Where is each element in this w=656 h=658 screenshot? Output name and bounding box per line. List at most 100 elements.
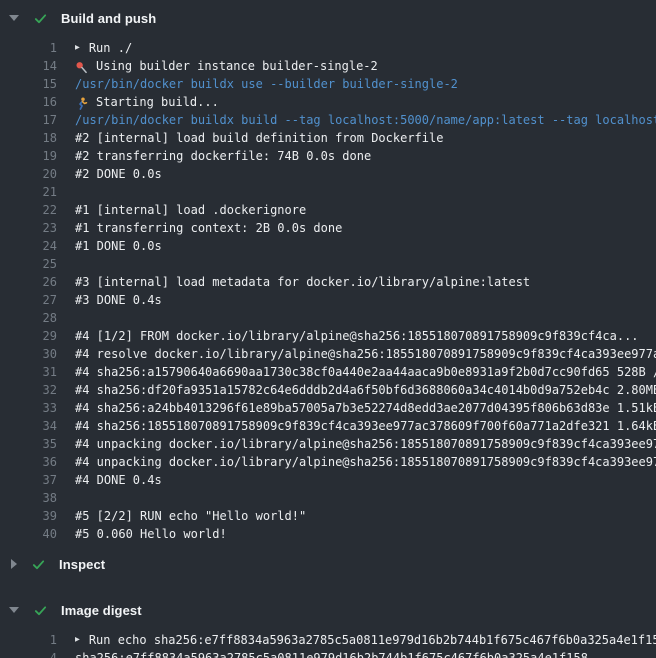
log-text: #5 [2/2] RUN echo "Hello world!": [75, 507, 306, 525]
log-line-content: [75, 183, 656, 201]
log-line: 20 #2 DONE 0.0s: [0, 165, 656, 183]
section-header-image-digest[interactable]: Image digest: [0, 595, 656, 625]
section-header-build-and-push[interactable]: Build and push: [0, 3, 656, 33]
section-title: Inspect: [59, 557, 105, 572]
log-text: #4 sha256:a24bb4013296f61e89ba57005a7b3e…: [75, 399, 656, 417]
log-line-content: [75, 255, 656, 273]
line-number[interactable]: 27: [0, 291, 57, 309]
log-text: #4 DONE 0.4s: [75, 471, 162, 489]
line-number[interactable]: 29: [0, 327, 57, 345]
log-line-content: #4 [1/2] FROM docker.io/library/alpine@s…: [75, 327, 656, 345]
line-number[interactable]: 34: [0, 417, 57, 435]
chevron-right-icon[interactable]: [11, 559, 17, 569]
log-line: 27 #3 DONE 0.4s: [0, 291, 656, 309]
log-line: 21: [0, 183, 656, 201]
log-line-content: #4 unpacking docker.io/library/alpine@sh…: [75, 435, 656, 453]
section-title: Image digest: [61, 603, 142, 618]
chevron-down-icon[interactable]: [9, 15, 19, 21]
log-line-content: #4 sha256:185518070891758909c9f839cf4ca3…: [75, 417, 656, 435]
log-text: #1 [internal] load .dockerignore: [75, 201, 306, 219]
check-icon: [33, 11, 48, 26]
line-number[interactable]: 28: [0, 309, 57, 327]
log-text: #3 [internal] load metadata for docker.i…: [75, 273, 530, 291]
line-number[interactable]: 38: [0, 489, 57, 507]
log-line-content: #4 sha256:a24bb4013296f61e89ba57005a7b3e…: [75, 399, 656, 417]
log-line-content: #2 [internal] load build definition from…: [75, 129, 656, 147]
log-line-content: #2 transferring dockerfile: 74B 0.0s don…: [75, 147, 656, 165]
log-text: Using builder instance builder-single-2: [96, 57, 378, 75]
check-icon: [31, 557, 46, 572]
line-number[interactable]: 32: [0, 381, 57, 399]
line-number[interactable]: 18: [0, 129, 57, 147]
expand-group-icon[interactable]: ▶: [75, 631, 80, 649]
line-number[interactable]: 25: [0, 255, 57, 273]
line-number[interactable]: 16: [0, 93, 57, 111]
line-number[interactable]: 4: [0, 649, 57, 658]
log-line: 26 #3 [internal] load metadata for docker…: [0, 273, 656, 291]
line-number[interactable]: 22: [0, 201, 57, 219]
line-number[interactable]: 21: [0, 183, 57, 201]
line-number[interactable]: 35: [0, 435, 57, 453]
log-text: #4 unpacking docker.io/library/alpine@sh…: [75, 435, 656, 453]
line-number[interactable]: 17: [0, 111, 57, 129]
log-line: 19 #2 transferring dockerfile: 74B 0.0s d…: [0, 147, 656, 165]
section-lines-image-digest: 1 ▶ Run echo sha256:e7ff8834a5963a2785c5a0…: [0, 625, 656, 658]
line-number[interactable]: 20: [0, 165, 57, 183]
log-line-content: #4 sha256:df20fa9351a15782c64e6dddb2d4a6…: [75, 381, 656, 399]
log-line-content: ▶ Run ./: [75, 39, 656, 57]
log-text: #2 [internal] load build definition from…: [75, 129, 443, 147]
log-text: Starting build...: [96, 93, 219, 111]
workflow-log-viewer: Build and push1▶Run ./14Using builder in…: [0, 3, 656, 658]
check-icon: [33, 603, 48, 618]
line-number[interactable]: 15: [0, 75, 57, 93]
chevron-down-icon[interactable]: [9, 607, 19, 613]
log-text: Run ./: [89, 39, 132, 57]
log-line-content: #3 DONE 0.4s: [75, 291, 656, 309]
line-number[interactable]: 30: [0, 345, 57, 363]
log-line: 22 #1 [internal] load .dockerignore: [0, 201, 656, 219]
log-line-content: /usr/bin/docker buildx use --builder bui…: [75, 75, 656, 93]
log-section-build-and-push: Build and push 1 ▶ Run ./ 14 Using builder in…: [0, 3, 656, 549]
log-line: 29 #4 [1/2] FROM docker.io/library/alpine…: [0, 327, 656, 345]
log-line: 1 ▶ Run echo sha256:e7ff8834a5963a2785c5a0…: [0, 631, 656, 649]
line-number[interactable]: 37: [0, 471, 57, 489]
log-line-content: #4 resolve docker.io/library/alpine@sha2…: [75, 345, 656, 363]
log-line: 36 #4 unpacking docker.io/library/alpine@…: [0, 453, 656, 471]
line-number[interactable]: 23: [0, 219, 57, 237]
line-number[interactable]: 14: [0, 57, 57, 75]
log-command-text: /usr/bin/docker buildx build --tag local…: [75, 111, 656, 129]
line-number[interactable]: 1: [0, 631, 57, 649]
line-number[interactable]: 24: [0, 237, 57, 255]
log-line-content: Using builder instance builder-single-2: [75, 57, 656, 75]
line-number[interactable]: 1: [0, 39, 57, 57]
line-number[interactable]: 31: [0, 363, 57, 381]
log-text: #4 sha256:df20fa9351a15782c64e6dddb2d4a6…: [75, 381, 656, 399]
log-text: #4 sha256:185518070891758909c9f839cf4ca3…: [75, 417, 656, 435]
line-number[interactable]: 40: [0, 525, 57, 543]
log-line-content: #3 [internal] load metadata for docker.i…: [75, 273, 656, 291]
section-header-inspect[interactable]: Inspect: [0, 549, 656, 579]
line-number[interactable]: 19: [0, 147, 57, 165]
log-line: 17/usr/bin/docker buildx build --tag loc…: [0, 111, 656, 129]
log-text: #2 DONE 0.0s: [75, 165, 162, 183]
section-title: Build and push: [61, 11, 156, 26]
log-text: #4 unpacking docker.io/library/alpine@sh…: [75, 453, 656, 471]
log-line: 15/usr/bin/docker buildx use --builder b…: [0, 75, 656, 93]
log-line: 32 #4 sha256:df20fa9351a15782c64e6dddb2d4…: [0, 381, 656, 399]
log-line: 24#1 DONE 0.0s: [0, 237, 656, 255]
log-text: #5 0.060 Hello world!: [75, 525, 227, 543]
log-line-content: #4 unpacking docker.io/library/alpine@sh…: [75, 453, 656, 471]
log-line: 18 #2 [internal] load build definition fr…: [0, 129, 656, 147]
section-lines-build-and-push: 1 ▶ Run ./ 14 Using builder instance builder…: [0, 33, 656, 549]
line-number[interactable]: 33: [0, 399, 57, 417]
log-line: 25: [0, 255, 656, 273]
log-text: Run echo sha256:e7ff8834a5963a2785c5a081…: [89, 631, 656, 649]
log-line-content: #5 [2/2] RUN echo "Hello world!": [75, 507, 656, 525]
line-number[interactable]: 36: [0, 453, 57, 471]
log-line-content: /usr/bin/docker buildx build --tag local…: [75, 111, 656, 129]
line-number[interactable]: 39: [0, 507, 57, 525]
line-number[interactable]: 26: [0, 273, 57, 291]
log-line: 40 #5 0.060 Hello world!: [0, 525, 656, 543]
expand-group-icon[interactable]: ▶: [75, 39, 80, 57]
log-line: 39 #5 [2/2] RUN echo "Hello world!": [0, 507, 656, 525]
